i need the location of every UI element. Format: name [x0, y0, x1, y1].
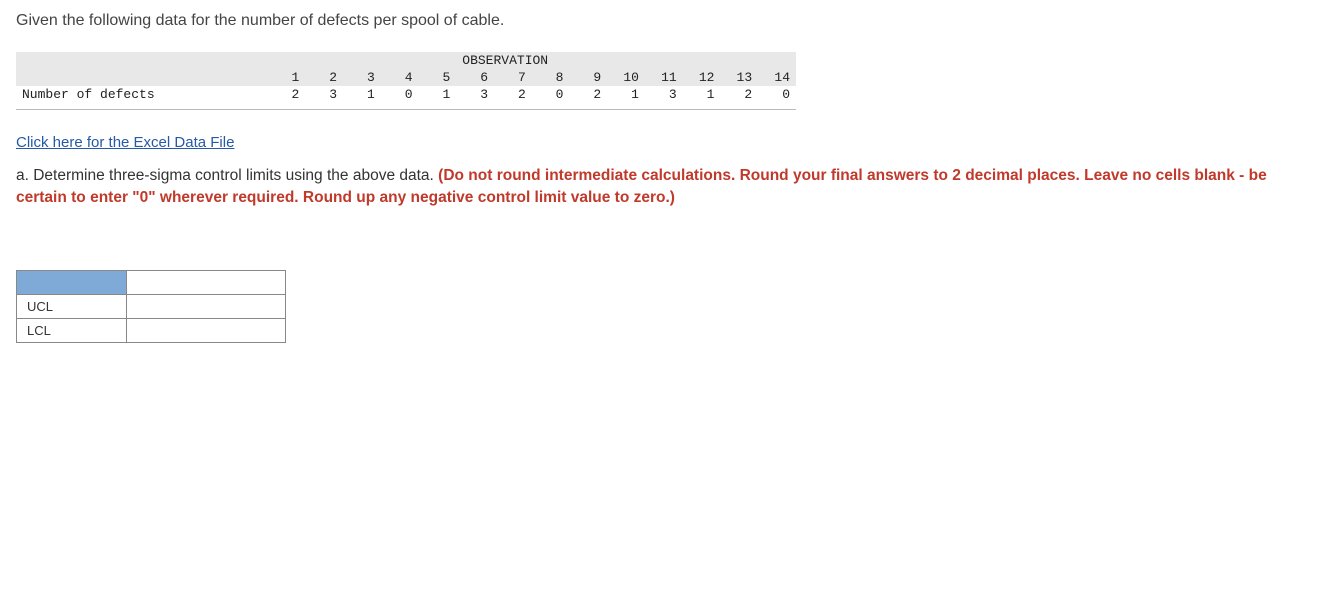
- col-3: 3: [343, 69, 381, 86]
- ucl-row: UCL: [17, 294, 286, 318]
- col-label-blank: [16, 69, 268, 86]
- ucl-cell: [126, 294, 285, 318]
- col-9: 9: [569, 69, 607, 86]
- answer-table: UCL LCL: [16, 270, 286, 343]
- col-5: 5: [419, 69, 457, 86]
- obs-spacer-right: [607, 52, 796, 69]
- val-6: 3: [456, 86, 494, 103]
- answer-header-blank-left: [17, 270, 127, 294]
- val-4: 0: [381, 86, 419, 103]
- row-label: Number of defects: [16, 86, 268, 103]
- col-12: 12: [683, 69, 721, 86]
- val-7: 2: [494, 86, 532, 103]
- val-8: 0: [532, 86, 570, 103]
- val-12: 1: [683, 86, 721, 103]
- intro-text: Given the following data for the number …: [16, 12, 1315, 30]
- col-2: 2: [305, 69, 343, 86]
- val-3: 1: [343, 86, 381, 103]
- question-prefix: a. Determine three-sigma control limits …: [16, 167, 438, 184]
- divider: [16, 109, 796, 110]
- answer-header-blank-right: [126, 270, 285, 294]
- col-7: 7: [494, 69, 532, 86]
- col-11: 11: [645, 69, 683, 86]
- lcl-label: LCL: [17, 318, 127, 342]
- val-2: 3: [305, 86, 343, 103]
- ucl-input[interactable]: [137, 299, 275, 314]
- val-14: 0: [758, 86, 796, 103]
- column-header-row: 1 2 3 4 5 6 7 8 9 10 11 12 13 14: [16, 69, 796, 86]
- ucl-label: UCL: [17, 294, 127, 318]
- val-10: 1: [607, 86, 645, 103]
- data-row: Number of defects 2 3 1 0 1 3 2 0 2 1 3 …: [16, 86, 796, 103]
- question-text: a. Determine three-sigma control limits …: [16, 165, 1315, 210]
- obs-spacer: [16, 52, 268, 69]
- observation-table: OBSERVATION 1 2 3 4 5 6 7 8 9 10 11 12 1…: [16, 52, 796, 103]
- col-1: 1: [268, 69, 306, 86]
- col-8: 8: [532, 69, 570, 86]
- col-4: 4: [381, 69, 419, 86]
- col-13: 13: [720, 69, 758, 86]
- excel-data-link[interactable]: Click here for the Excel Data File: [16, 134, 234, 151]
- col-6: 6: [456, 69, 494, 86]
- obs-spacer-left: [268, 52, 457, 69]
- lcl-row: LCL: [17, 318, 286, 342]
- col-14: 14: [758, 69, 796, 86]
- val-1: 2: [268, 86, 306, 103]
- col-10: 10: [607, 69, 645, 86]
- val-9: 2: [569, 86, 607, 103]
- val-13: 2: [720, 86, 758, 103]
- lcl-input[interactable]: [137, 323, 275, 338]
- observation-header: OBSERVATION: [456, 52, 607, 69]
- val-11: 3: [645, 86, 683, 103]
- lcl-cell: [126, 318, 285, 342]
- val-5: 1: [419, 86, 457, 103]
